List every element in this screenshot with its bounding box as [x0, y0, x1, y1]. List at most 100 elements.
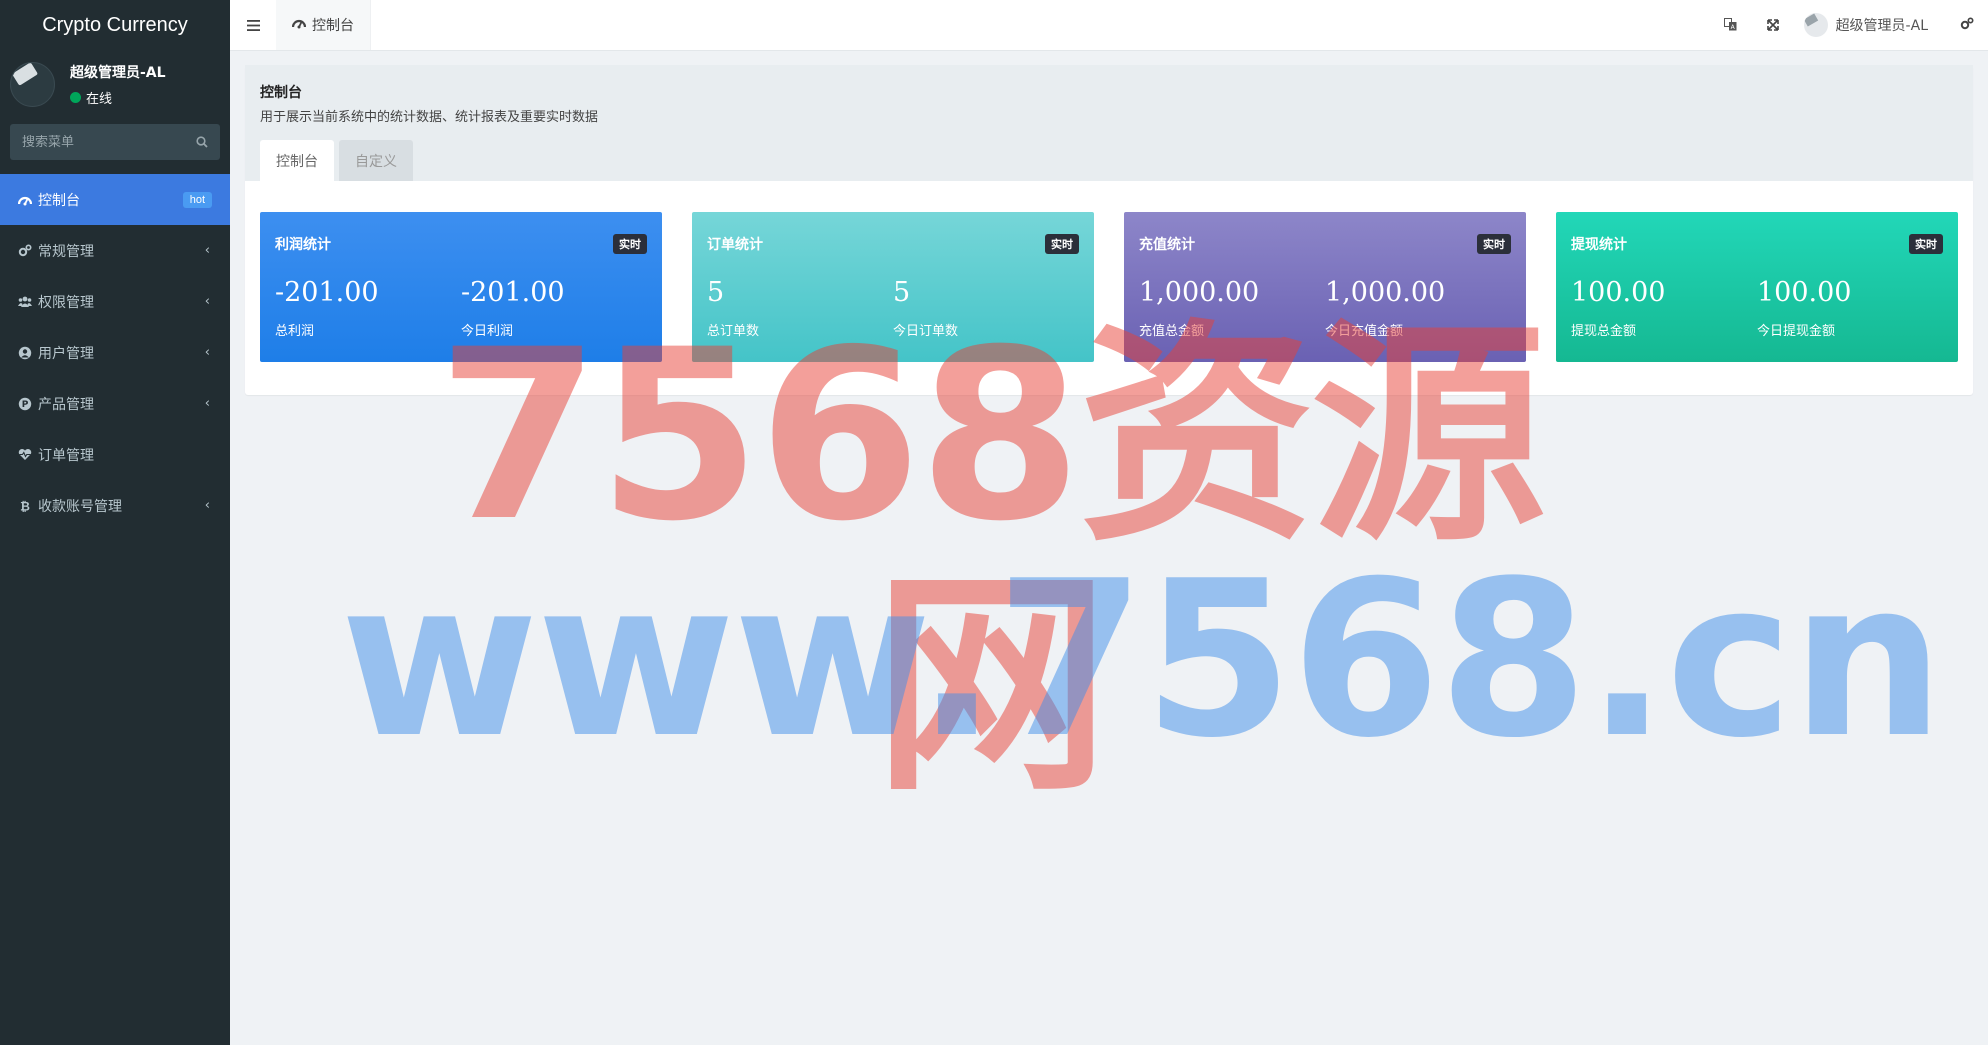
stats-row: 利润统计 实时 -201.00 总利润 -201.00 今日利润 订单统计 实时…	[245, 181, 1973, 395]
settings-button[interactable]	[1946, 0, 1988, 50]
sidebar-item-label: 常规管理	[38, 243, 94, 260]
card-stats: -201.00 总利润 -201.00 今日利润	[275, 277, 647, 340]
stat-value: 1,000.00	[1139, 277, 1260, 308]
search-icon[interactable]	[196, 133, 208, 152]
card-title: 充值统计	[1139, 237, 1195, 253]
order-stat-card: 订单统计 实时 5 总订单数 5 今日订单数	[692, 212, 1094, 362]
tab-label: 控制台	[312, 18, 354, 34]
sidebar-item-dashboard[interactable]: 控制台 hot	[0, 174, 230, 225]
chevron-left-icon: ‹	[204, 294, 210, 309]
sidebar-item-permissions[interactable]: 权限管理 ‹	[0, 276, 230, 327]
sidebar-item-payment-accounts[interactable]: ₿ 收款账号管理 ‹	[0, 480, 230, 531]
stat-total: 1,000.00 充值总金额	[1139, 277, 1325, 340]
stat-label: 今日提现金额	[1757, 324, 1836, 339]
svg-text:₿: ₿	[20, 499, 30, 513]
sidebar-item-label: 订单管理	[38, 447, 94, 464]
card-header: 利润统计 实时	[275, 234, 647, 254]
stat-value: -201.00	[275, 277, 379, 308]
hot-badge: hot	[182, 191, 212, 208]
stat-total: -201.00 总利润	[275, 277, 461, 340]
search-input[interactable]	[22, 134, 196, 150]
withdraw-stat-card: 提现统计 实时 100.00 提现总金额 100.00 今日提现金额	[1556, 212, 1958, 362]
stat-label: 今日利润	[461, 324, 514, 339]
tab-dashboard[interactable]: 控制台	[276, 0, 371, 50]
card-stats: 100.00 提现总金额 100.00 今日提现金额	[1571, 277, 1943, 340]
top-navbar: 控制台 A 超级管理员-AL	[230, 0, 1988, 51]
sidebar-item-label: 权限管理	[38, 294, 94, 311]
header-user-menu[interactable]: 超级管理员-AL	[1794, 13, 1946, 37]
heartbeat-icon	[18, 448, 32, 462]
realtime-badge: 实时	[613, 234, 647, 254]
sidebar-item-label: 收款账号管理	[38, 498, 122, 515]
user-info: 超级管理员-AL 在线	[70, 62, 166, 107]
card-header: 订单统计 实时	[707, 234, 1079, 254]
stat-today: 100.00 今日提现金额	[1757, 277, 1943, 340]
bitcoin-icon: ₿	[18, 499, 32, 513]
chevron-left-icon: ‹	[204, 243, 210, 258]
stat-value: 5	[893, 277, 911, 308]
header-right: A 超级管理员-AL	[1710, 0, 1988, 50]
sidebar-toggle-button[interactable]	[230, 0, 276, 50]
tab-custom[interactable]: 自定义	[339, 140, 413, 181]
user-name: 超级管理员-AL	[70, 65, 166, 81]
sidebar: Crypto Currency 超级管理员-AL 在线 控制台 hot	[0, 0, 230, 1045]
header-user-name: 超级管理员-AL	[1835, 18, 1928, 34]
product-icon: P	[18, 397, 32, 411]
chevron-left-icon: ‹	[204, 498, 210, 513]
sidebar-item-general[interactable]: 常规管理 ‹	[0, 225, 230, 276]
fullscreen-icon	[1766, 16, 1779, 35]
sidebar-item-label: 控制台	[38, 192, 80, 209]
sidebar-menu: 控制台 hot 常规管理 ‹ 权限管理 ‹ 用户管理 ‹ P 产品管理 ‹ 订单…	[0, 174, 230, 531]
avatar	[10, 62, 55, 107]
main-content: 控制台 用于展示当前系统中的统计数据、统计报表及重要实时数据 控制台 自定义 利…	[245, 65, 1973, 395]
panel-tabs: 控制台 自定义	[260, 140, 418, 181]
stat-total: 100.00 提现总金额	[1571, 277, 1757, 340]
stat-value: 5	[707, 277, 725, 308]
stat-label: 今日充值金额	[1325, 324, 1404, 339]
sidebar-item-products[interactable]: P 产品管理 ‹	[0, 378, 230, 429]
sidebar-item-users[interactable]: 用户管理 ‹	[0, 327, 230, 378]
group-icon	[18, 295, 32, 309]
chevron-left-icon: ‹	[204, 396, 210, 411]
sidebar-item-orders[interactable]: 订单管理	[0, 429, 230, 480]
dashboard-icon	[291, 17, 307, 33]
card-title: 提现统计	[1571, 237, 1627, 253]
language-button[interactable]: A	[1710, 0, 1752, 50]
status-text: 在线	[86, 92, 113, 107]
stat-label: 今日订单数	[893, 324, 959, 339]
dashboard-panel: 控制台 用于展示当前系统中的统计数据、统计报表及重要实时数据 控制台 自定义 利…	[245, 65, 1973, 395]
svg-text:P: P	[22, 400, 29, 410]
realtime-badge: 实时	[1477, 234, 1511, 254]
cogs-icon	[1960, 16, 1974, 35]
stat-value: -201.00	[461, 277, 565, 308]
card-stats: 5 总订单数 5 今日订单数	[707, 277, 1079, 340]
fullscreen-button[interactable]	[1752, 0, 1794, 50]
search-box	[10, 124, 220, 160]
card-header: 提现统计 实时	[1571, 234, 1943, 254]
profit-stat-card: 利润统计 实时 -201.00 总利润 -201.00 今日利润	[260, 212, 662, 362]
card-title: 利润统计	[275, 237, 331, 253]
cogs-icon	[18, 243, 32, 258]
brand-logo[interactable]: Crypto Currency	[0, 0, 230, 51]
stat-label: 总利润	[275, 324, 315, 339]
stat-label: 总订单数	[707, 324, 760, 339]
dashboard-icon	[18, 193, 32, 207]
tab-dashboard-content[interactable]: 控制台	[260, 140, 334, 181]
sidebar-item-label: 产品管理	[38, 396, 94, 413]
stat-today: 1,000.00 今日充值金额	[1325, 278, 1511, 340]
hamburger-icon	[246, 16, 260, 35]
panel-heading: 控制台 用于展示当前系统中的统计数据、统计报表及重要实时数据 控制台 自定义	[245, 65, 1973, 181]
page-description: 用于展示当前系统中的统计数据、统计报表及重要实时数据	[260, 110, 599, 125]
stat-value: 100.00	[1571, 277, 1666, 308]
realtime-badge: 实时	[1045, 234, 1079, 254]
sidebar-item-label: 用户管理	[38, 345, 94, 362]
avatar	[1803, 13, 1828, 37]
online-status-icon	[70, 92, 81, 103]
user-panel: 超级管理员-AL 在线	[0, 51, 230, 118]
card-title: 订单统计	[707, 237, 763, 253]
recharge-stat-card: 充值统计 实时 1,000.00 充值总金额 1,000.00 今日充值金额	[1124, 212, 1526, 362]
stat-total: 5 总订单数	[707, 277, 893, 340]
chevron-left-icon: ‹	[204, 345, 210, 360]
stat-label: 充值总金额	[1139, 324, 1205, 339]
stat-value: 100.00	[1757, 277, 1852, 308]
